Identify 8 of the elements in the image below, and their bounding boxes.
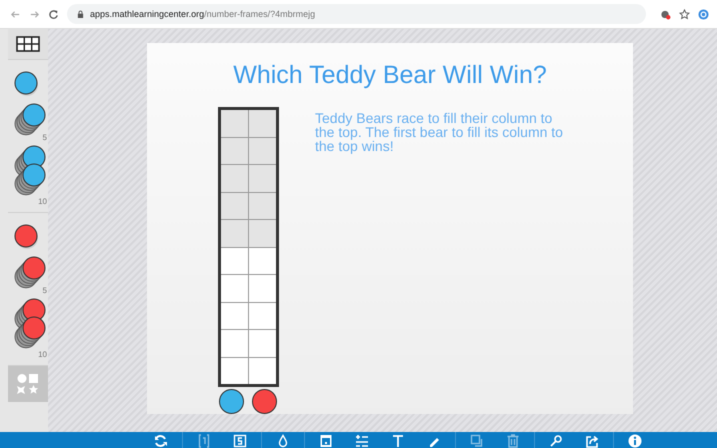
- stack-count: 10: [38, 350, 47, 359]
- stack-count: 5: [42, 133, 47, 142]
- instructions-text: Teddy Bears race to fill their column to the top. The first bear to fill its column to the top wins!: [315, 111, 564, 156]
- address-field[interactable]: apps.mathlearningcenter.org/number-frames/?4mbrmejg: [67, 4, 646, 24]
- card-title: Which Teddy Bear Will Win?: [232, 61, 548, 91]
- url-text: apps.mathlearningcenter.org/number-frames/?4mbrmejg: [90, 9, 316, 19]
- stack-count: 5: [42, 286, 47, 295]
- stack-count: 10: [38, 197, 47, 206]
